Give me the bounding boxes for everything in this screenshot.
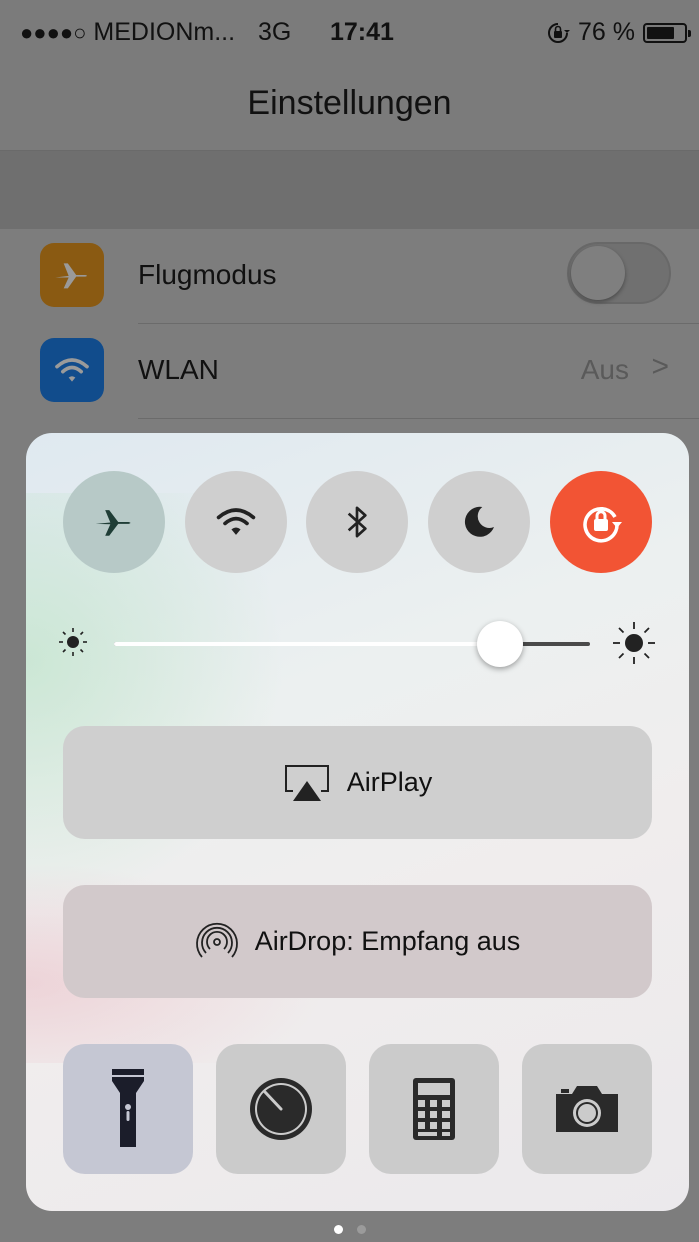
flashlight-icon <box>112 1069 144 1147</box>
flugmodus-toggle[interactable] <box>567 242 671 304</box>
calculator-icon <box>413 1078 455 1140</box>
battery-percent: 76 % <box>578 18 635 46</box>
wifi-icon <box>40 338 104 402</box>
page-dot-active <box>333 1225 343 1234</box>
chevron-right-icon: > <box>651 350 669 383</box>
bluetooth-toggle[interactable] <box>306 471 408 573</box>
carrier-name: MEDIONm... <box>93 18 236 46</box>
brightness-slider[interactable] <box>56 619 656 669</box>
battery-icon <box>643 22 691 43</box>
row-divider <box>138 418 699 419</box>
network-type: 3G <box>258 18 292 46</box>
timer-icon <box>250 1078 312 1140</box>
airplane-icon <box>40 243 104 307</box>
flashlight-button[interactable] <box>63 1044 193 1174</box>
battery-level <box>647 26 675 39</box>
calculator-button[interactable] <box>369 1044 499 1174</box>
bluetooth-icon <box>347 506 367 538</box>
settings-row-flugmodus[interactable]: Flugmodus <box>0 229 699 324</box>
timer-button[interactable] <box>216 1044 346 1174</box>
sun-large-icon <box>613 622 655 664</box>
airplane-mode-toggle[interactable] <box>63 471 165 573</box>
moon-icon <box>464 506 494 537</box>
clock: 17:41 <box>330 18 394 46</box>
section-spacer <box>0 151 699 229</box>
rotation-lock-icon <box>548 22 571 43</box>
page-dot <box>356 1225 366 1234</box>
camera-button[interactable] <box>522 1044 652 1174</box>
wlan-status-value: Aus <box>580 354 629 385</box>
status-bar: ●●●●○ MEDIONm... 3G 17:41 76 % <box>0 0 699 62</box>
airdrop-icon <box>195 922 238 958</box>
carrier-info: ●●●●○ MEDIONm... 3G <box>20 18 291 47</box>
airplay-button[interactable]: AirPlay <box>63 726 652 839</box>
airdrop-label: AirDrop: Empfang aus <box>254 926 521 956</box>
brightness-fill <box>114 642 500 646</box>
brightness-track[interactable] <box>114 621 590 667</box>
do-not-disturb-toggle[interactable] <box>428 471 530 573</box>
camera-icon <box>556 1086 618 1132</box>
rotation-lock-icon <box>583 506 622 543</box>
control-center: AirPlay AirDrop: Empfang aus <box>26 433 689 1211</box>
airplane-icon <box>95 510 131 536</box>
airdrop-button[interactable]: AirDrop: Empfang aus <box>63 885 652 998</box>
toggle-knob <box>571 246 625 300</box>
wifi-icon <box>216 508 256 535</box>
rotation-lock-toggle[interactable] <box>550 471 652 573</box>
signal-strength: ●●●●○ <box>20 20 87 45</box>
status-right: 76 % <box>546 18 691 47</box>
sun-small-icon <box>59 628 87 656</box>
wifi-toggle[interactable] <box>185 471 287 573</box>
page-indicator[interactable] <box>0 1221 699 1239</box>
page-title: Einstellungen <box>247 84 452 122</box>
airplay-label: AirPlay <box>346 767 433 797</box>
settings-row-label: Flugmodus <box>138 259 277 290</box>
navigation-bar: Einstellungen <box>0 62 699 151</box>
airplay-icon <box>284 764 329 801</box>
settings-row-label: WLAN <box>138 354 219 385</box>
brightness-thumb[interactable] <box>476 621 523 667</box>
settings-row-wlan[interactable]: WLAN Aus > <box>0 324 699 419</box>
